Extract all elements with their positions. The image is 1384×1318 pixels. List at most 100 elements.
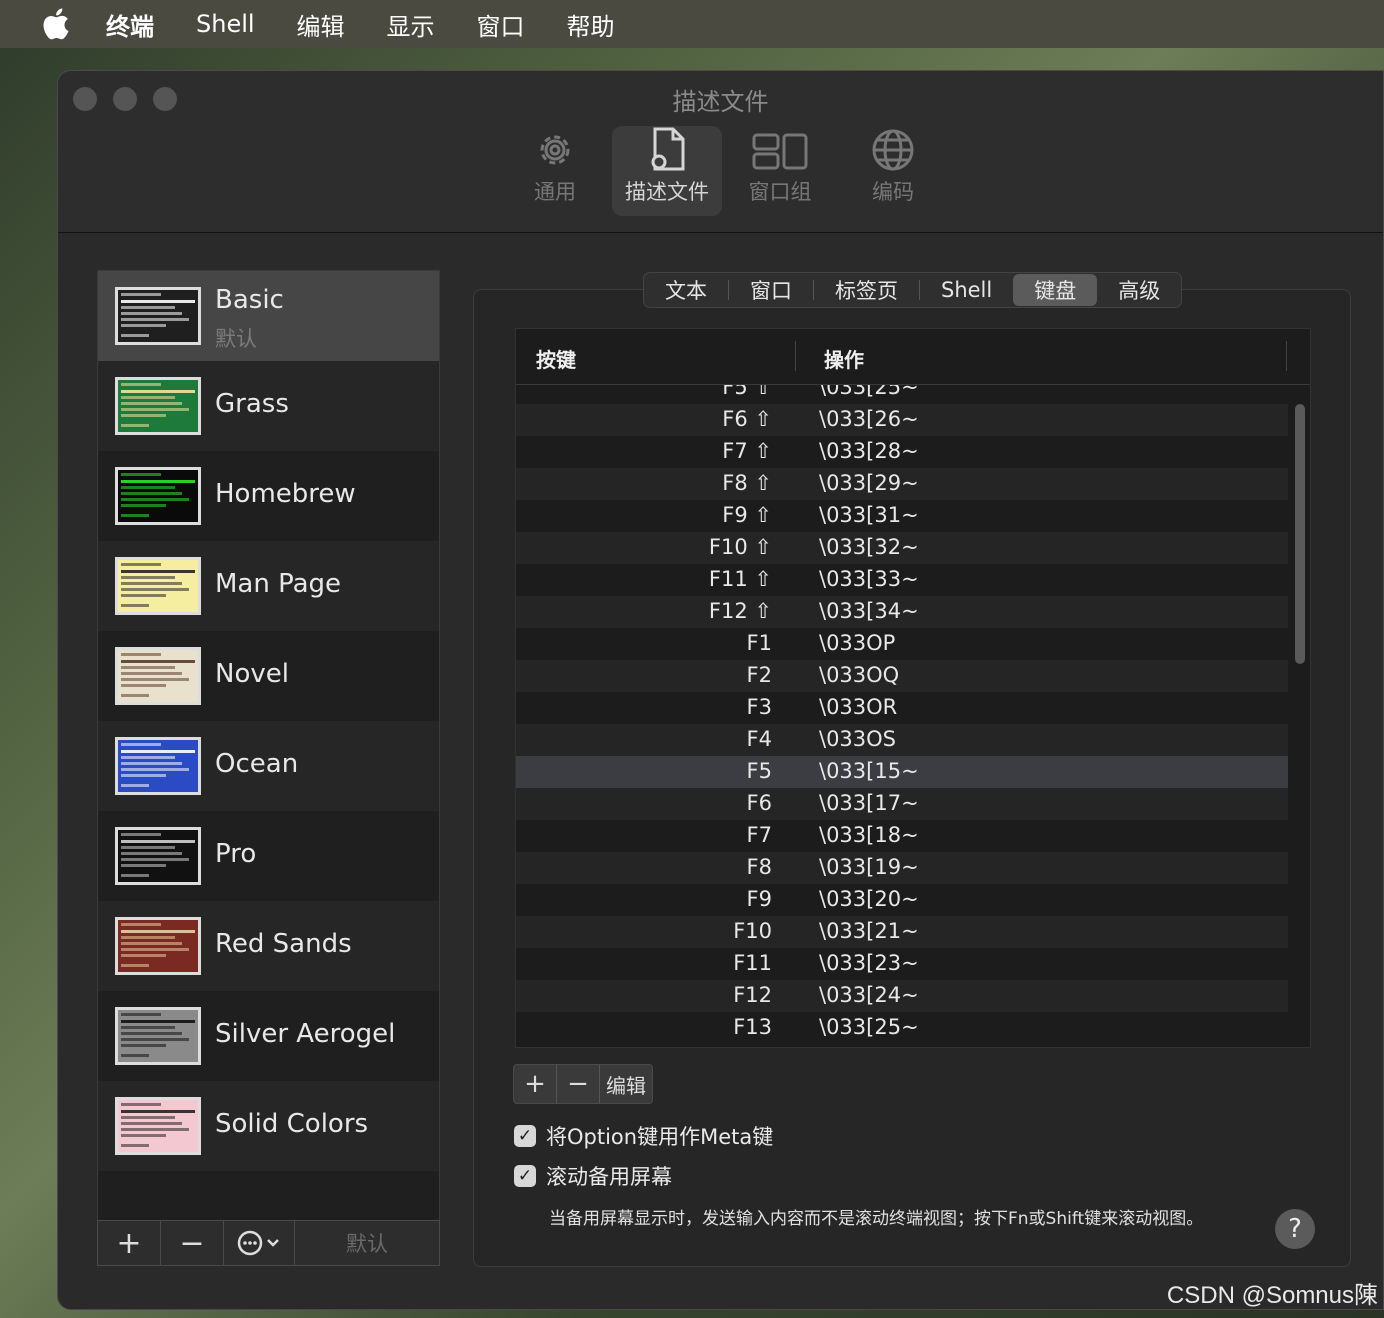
table-row[interactable]: F11 ⇧ \033[33~ — [516, 564, 1288, 596]
menu-edit[interactable]: 编辑 — [297, 7, 345, 42]
settings-tabs: 文本 窗口 标签页 Shell 键盘 高级 — [643, 272, 1183, 308]
key-cell: F1 — [746, 631, 772, 655]
table-row[interactable]: F2 \033OQ — [516, 660, 1288, 692]
help-button[interactable]: ? — [1275, 1209, 1315, 1249]
table-row[interactable]: F8 \033[19~ — [516, 852, 1288, 884]
tab-window[interactable]: 窗口 — [729, 274, 813, 306]
scroll-alt-screen-checkbox[interactable]: ✓ 滚动备用屏幕 — [514, 1161, 672, 1191]
tab-advanced[interactable]: 高级 — [1097, 274, 1181, 306]
toolbar-encodings[interactable]: 编码 — [838, 126, 948, 216]
table-row[interactable]: F4 \033OS — [516, 724, 1288, 756]
remove-profile-button[interactable]: − — [161, 1221, 224, 1265]
table-row[interactable]: F11 \033[23~ — [516, 948, 1288, 980]
profile-thumbnail — [115, 737, 201, 795]
table-row[interactable]: F10 ⇧ \033[32~ — [516, 532, 1288, 564]
table-row[interactable]: F6 \033[17~ — [516, 788, 1288, 820]
thumbnail-text-line — [121, 300, 195, 303]
toolbar-window-groups-label: 窗口组 — [748, 180, 812, 204]
profile-item[interactable]: Man Page — [98, 541, 439, 631]
menu-help[interactable]: 帮助 — [567, 7, 615, 42]
thumbnail-text-line — [121, 1026, 175, 1029]
table-row[interactable]: F5 \033[15~ — [516, 756, 1288, 788]
table-row[interactable]: F7 ⇧ \033[28~ — [516, 436, 1288, 468]
checkmark-icon[interactable]: ✓ — [514, 1165, 536, 1187]
table-row[interactable]: F10 \033[21~ — [516, 916, 1288, 948]
toolbar-general[interactable]: 通用 — [500, 126, 610, 216]
add-profile-button[interactable]: + — [98, 1221, 161, 1265]
thumbnail-text-line — [121, 396, 175, 399]
thumbnail-text-line — [121, 666, 175, 669]
column-header-key[interactable]: 按键 — [536, 344, 576, 373]
action-cell: \033[20~ — [819, 887, 919, 911]
table-row[interactable]: F12 \033[24~ — [516, 980, 1288, 1012]
thumbnail-text-line — [121, 390, 195, 393]
profile-item[interactable]: Basic 默认 — [98, 271, 439, 361]
thumbnail-text-line — [121, 743, 161, 746]
toolbar-profiles[interactable]: 描述文件 — [612, 126, 722, 216]
thumbnail-text-line — [121, 492, 182, 495]
profile-list-toolbar: + − 默认 — [97, 1220, 440, 1266]
table-header: 按键 操作 — [516, 329, 1310, 385]
profile-thumbnail — [115, 647, 201, 705]
tab-shell[interactable]: Shell — [920, 274, 1013, 306]
table-scrollbar[interactable] — [1295, 404, 1305, 664]
menu-view[interactable]: 显示 — [387, 7, 435, 42]
table-row[interactable]: F7 \033[18~ — [516, 820, 1288, 852]
profile-item[interactable]: Silver Aerogel — [98, 991, 439, 1081]
remove-key-button[interactable]: − — [557, 1065, 600, 1103]
menu-terminal[interactable]: 终端 — [106, 7, 154, 42]
action-cell: \033OP — [819, 631, 896, 655]
key-cell: F7 — [746, 823, 772, 847]
table-row[interactable]: F6 ⇧ \033[26~ — [516, 404, 1288, 436]
profile-item[interactable]: Solid Colors — [98, 1081, 439, 1171]
globe-icon — [872, 129, 914, 171]
profile-item[interactable]: Grass — [98, 361, 439, 451]
window-title: 描述文件 — [672, 88, 769, 116]
thumbnail-text-line — [121, 473, 161, 476]
thumbnail-text-line — [121, 1144, 149, 1147]
profile-item[interactable]: Novel — [98, 631, 439, 721]
profile-item[interactable]: Red Sands — [98, 901, 439, 991]
set-default-button[interactable]: 默认 — [295, 1221, 439, 1265]
edit-key-button[interactable]: 编辑 — [600, 1065, 652, 1103]
profile-actions-menu-button[interactable] — [224, 1221, 295, 1265]
thumbnail-text-line — [121, 923, 161, 926]
thumbnail-text-line — [121, 1054, 149, 1057]
profile-item[interactable]: Homebrew — [98, 451, 439, 541]
table-row[interactable]: F1 \033OP — [516, 628, 1288, 660]
column-divider — [1286, 341, 1287, 371]
thumbnail-text-line — [121, 930, 195, 933]
toolbar-window-groups[interactable]: 窗口组 — [725, 126, 835, 216]
action-cell: \033[26~ — [819, 407, 919, 431]
scroll-alt-screen-label: 滚动备用屏幕 — [546, 1165, 672, 1189]
tab-text[interactable]: 文本 — [644, 274, 728, 306]
add-key-button[interactable]: + — [514, 1065, 557, 1103]
key-cell: F12 — [733, 983, 772, 1007]
action-cell: \033OQ — [819, 663, 900, 687]
thumbnail-text-line — [121, 846, 175, 849]
table-row[interactable]: F3 \033OR — [516, 692, 1288, 724]
checkmark-icon[interactable]: ✓ — [514, 1125, 536, 1147]
profile-default-tag: 默认 — [215, 327, 257, 351]
table-row[interactable]: F8 ⇧ \033[29~ — [516, 468, 1288, 500]
option-as-meta-checkbox[interactable]: ✓ 将Option键用作Meta键 — [514, 1121, 773, 1151]
column-header-action[interactable]: 操作 — [824, 344, 864, 373]
apple-icon[interactable] — [40, 8, 70, 40]
profile-item[interactable]: Ocean — [98, 721, 439, 811]
menu-shell[interactable]: Shell — [196, 10, 255, 38]
tab-keyboard[interactable]: 键盘 — [1013, 274, 1098, 306]
table-row[interactable]: F9 ⇧ \033[31~ — [516, 500, 1288, 532]
key-mapping-table: F5 ⇧ \033[25~ F6 ⇧ \033[26~ F7 ⇧ \033[28~ F8 ⇧… — [515, 328, 1311, 1048]
profile-thumbnail — [115, 377, 201, 435]
profile-name: Red Sands — [215, 929, 352, 959]
key-cell: F7 ⇧ — [722, 439, 772, 463]
table-row[interactable]: F12 ⇧ \033[34~ — [516, 596, 1288, 628]
thumbnail-text-line — [121, 498, 189, 501]
table-row[interactable]: F13 \033[25~ — [516, 1012, 1288, 1044]
menu-window[interactable]: 窗口 — [477, 7, 525, 42]
tab-tab[interactable]: 标签页 — [814, 274, 919, 306]
profile-list: Basic 默认 Grass Homebrew Man Page Novel Ocean Pr… — [97, 270, 440, 1266]
table-row[interactable]: F9 \033[20~ — [516, 884, 1288, 916]
profile-item[interactable]: Pro — [98, 811, 439, 901]
toolbar-encodings-label: 编码 — [872, 180, 914, 204]
